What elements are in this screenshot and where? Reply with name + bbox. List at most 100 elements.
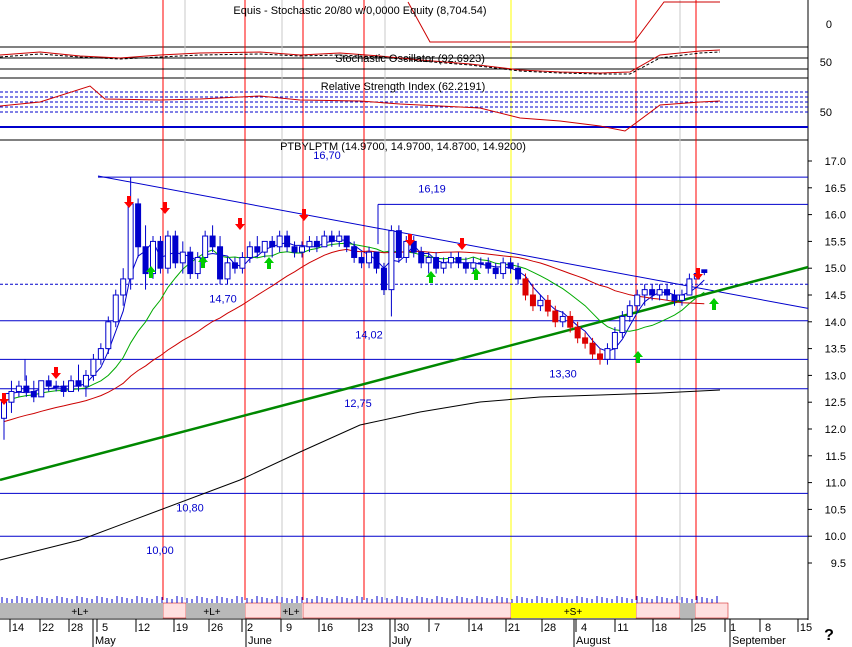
candle-body: [418, 251, 425, 264]
candle-body: [142, 246, 149, 275]
candle-body: [157, 240, 164, 269]
candle-body: [60, 385, 67, 392]
candle-body: [217, 246, 224, 280]
candle-body: [194, 256, 201, 275]
candle-body: [425, 256, 432, 264]
candle-body: [649, 289, 656, 296]
position-band-label: +L+: [203, 607, 220, 618]
y-axis-label: 12.5: [825, 397, 846, 409]
candle-body: [485, 262, 492, 269]
candle-body: [187, 251, 194, 275]
candle-body: [328, 235, 335, 242]
buy-arrow-icon: [426, 271, 436, 283]
candle-body: [336, 235, 343, 242]
position-band: [680, 603, 695, 618]
y-axis-label: 15.5: [825, 236, 846, 248]
candle-body: [45, 380, 52, 387]
x-axis-day-label: 25: [694, 622, 706, 634]
candle-body: [470, 262, 477, 269]
x-axis-day-label: 16: [321, 622, 333, 634]
candle-body: [433, 256, 440, 269]
sell-arrow-icon: [457, 238, 467, 250]
candle-body: [634, 294, 641, 307]
stochastic-axis-label: 50: [820, 57, 832, 69]
candle-body: [403, 240, 410, 258]
help-icon[interactable]: ?: [824, 627, 834, 644]
signal-arrows: [0, 196, 719, 405]
candle-body: [68, 380, 75, 392]
candle-body: [589, 342, 596, 355]
stochastic-panel-title: Stochastic Oscillator (92.6923): [335, 53, 485, 65]
candle-body: [112, 294, 119, 323]
y-axis-label: 11.5: [825, 451, 846, 463]
candle-body: [671, 294, 678, 301]
x-axis-day-label: 7: [434, 622, 440, 634]
candle-body: [239, 256, 246, 269]
candle-body: [537, 299, 544, 307]
candle-body: [656, 289, 663, 296]
x-axis-day-label: 14: [471, 622, 483, 634]
x-axis-day-label: 8: [765, 622, 771, 634]
candle-body: [358, 256, 365, 264]
candle-body: [209, 235, 216, 248]
x-axis-month-label: May: [95, 635, 116, 647]
x-axis-day-label: 18: [655, 622, 667, 634]
y-axis-label: 14.0: [825, 317, 846, 329]
candle-body: [448, 256, 454, 264]
x-axis-month-label: July: [392, 635, 412, 647]
x-axis-day-label: 15: [800, 622, 812, 634]
candle-body: [306, 240, 313, 248]
level-label: 10,00: [146, 545, 174, 557]
x-axis-day-label: 11: [617, 622, 628, 634]
candle-body: [254, 246, 261, 253]
position-band-label: +L+: [71, 607, 88, 618]
x-axis-day-label: 1: [730, 622, 736, 634]
x-axis-day-label: 30: [397, 622, 409, 634]
candle-body: [97, 348, 104, 360]
neutral-band: [635, 602, 681, 619]
y-axis-label: 15.0: [825, 263, 846, 275]
rsi-axis-label: 50: [820, 107, 832, 119]
x-axis-day-label: 23: [361, 622, 373, 634]
candle-body: [120, 278, 127, 296]
x-axis-day-label: 12: [138, 622, 150, 634]
candle-body: [380, 267, 387, 291]
uptrend-line: [0, 265, 809, 482]
candle-body: [544, 299, 551, 312]
x-axis-day-label: 9: [286, 622, 292, 634]
candle-body: [179, 251, 186, 264]
x-axis-day-label: 4: [581, 622, 587, 634]
x-axis-day-label: 28: [71, 622, 83, 634]
y-axis-label: 10.0: [825, 531, 846, 543]
candle-body: [127, 203, 134, 280]
candle-body: [477, 262, 484, 265]
y-axis-label: 16.5: [825, 183, 846, 195]
candle-body: [574, 326, 581, 339]
candle-body: [500, 262, 507, 275]
candle-body: [440, 262, 447, 269]
candle-body: [321, 235, 328, 248]
candle-body: [611, 332, 618, 350]
candle-body: [299, 246, 305, 253]
sell-arrow-icon: [235, 218, 245, 230]
x-axis-day-label: 14: [12, 622, 24, 634]
level-label: 14,02: [355, 330, 383, 342]
y-axis-label: 11.0: [825, 478, 846, 490]
price-panel-title: PTBYLPTM (14.9700, 14.9700, 14.8700, 14.…: [280, 141, 526, 153]
candle-body: [276, 235, 283, 248]
equity-axis-label: 0: [826, 19, 832, 31]
x-axis-day-label: 5: [102, 622, 108, 634]
candle-body: [231, 262, 238, 269]
candle-body: [284, 235, 291, 248]
y-axis-label: 13.0: [825, 370, 846, 382]
sell-arrow-icon: [160, 202, 170, 214]
candle-body: [664, 289, 671, 296]
candle-body: [686, 278, 693, 296]
candle-body: [23, 385, 30, 392]
candle-body: [701, 269, 708, 273]
y-axis-label: 13.5: [825, 344, 846, 356]
candle-body: [75, 380, 82, 387]
x-axis-day-label: 22: [42, 622, 54, 634]
candle-body: [366, 251, 373, 264]
candle-body: [395, 230, 402, 258]
